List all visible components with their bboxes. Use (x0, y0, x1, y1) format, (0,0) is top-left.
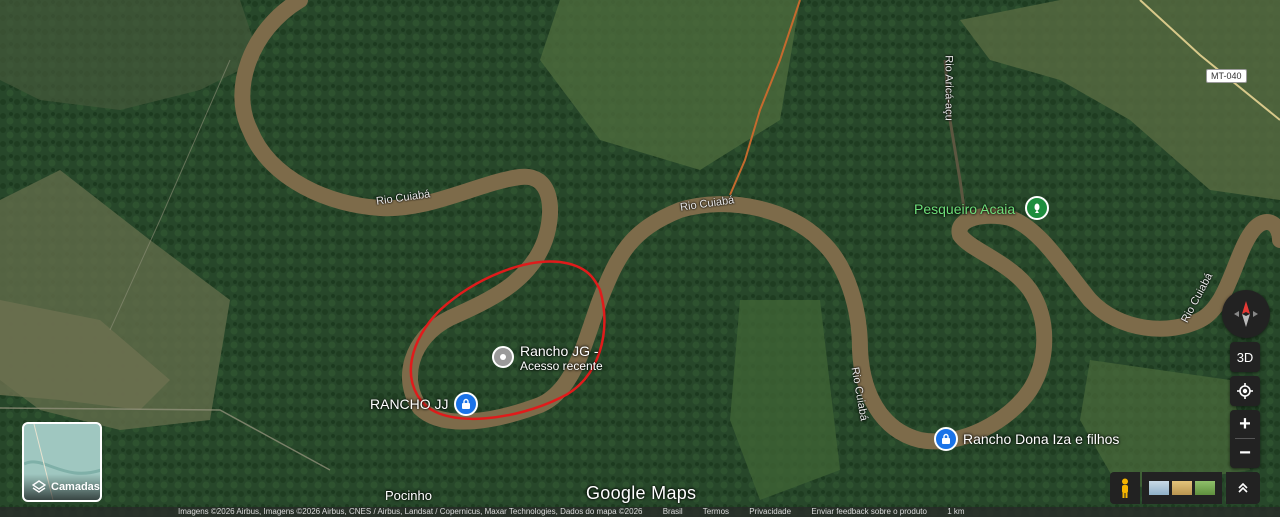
terms-link[interactable]: Termos (703, 507, 729, 516)
place-label-rancho-dona[interactable]: Rancho Dona Iza e filhos (963, 431, 1119, 447)
compass-button[interactable] (1222, 290, 1270, 338)
place-label-rancho-jj[interactable]: RANCHO JJ (370, 396, 449, 412)
fishing-pin-pesqueiro[interactable] (1025, 196, 1049, 220)
lodging-pin-rancho-jj[interactable] (454, 392, 478, 416)
layers-label: Camadas (51, 481, 100, 493)
layers-button[interactable]: Camadas (22, 422, 102, 502)
compass-icon (1234, 301, 1258, 327)
attribution-bar: Imagens ©2026 Airbus, Imagens ©2026 Airb… (0, 507, 1280, 517)
chevron-up-icon (1238, 482, 1248, 493)
view-3d-button[interactable]: 3D (1230, 342, 1260, 372)
road-shield-mt040: MT-040 (1206, 69, 1247, 83)
zoom-out-button[interactable]: − (1230, 439, 1260, 467)
lock-icon (462, 398, 470, 409)
pegman-button[interactable] (1110, 472, 1140, 504)
country-link[interactable]: Brasil (663, 507, 683, 516)
google-maps-watermark: Google Maps (586, 483, 697, 503)
pin-dot-icon (500, 354, 506, 360)
lodging-pin-rancho-dona[interactable] (934, 427, 958, 451)
imagery-thumbnails[interactable] (1142, 472, 1222, 504)
zoom-control: + − (1230, 410, 1260, 468)
place-subtitle: Acesso recente (520, 359, 603, 373)
place-label-pocinho[interactable]: Pocinho (385, 488, 432, 503)
place-name: Rancho JG - (520, 343, 599, 359)
recent-place-pin[interactable] (492, 346, 514, 368)
scale-label[interactable]: 1 km (947, 507, 964, 516)
privacy-link[interactable]: Privacidade (749, 507, 791, 516)
thumbnail-traffic[interactable] (1172, 481, 1192, 495)
expand-button[interactable] (1226, 472, 1260, 504)
layers-icon (32, 480, 46, 493)
thumbnail-satellite[interactable] (1195, 481, 1215, 495)
thumbnail-terrain[interactable] (1149, 481, 1169, 495)
imagery-credits: Imagens ©2026 Airbus, Imagens ©2026 Airb… (178, 507, 643, 516)
feedback-link[interactable]: Enviar feedback sobre o produto (811, 507, 927, 516)
place-label-pesqueiro[interactable]: Pesqueiro Acaia (914, 201, 1015, 217)
my-location-button[interactable] (1230, 376, 1260, 406)
lock-icon (942, 433, 950, 444)
fish-icon (1034, 203, 1040, 213)
zoom-in-button[interactable]: + (1230, 410, 1260, 438)
place-label-rancho-jg[interactable]: Rancho JG - Acesso recente (520, 344, 603, 374)
my-location-icon (1237, 383, 1253, 399)
river-label-arica: Rio Aricá-açu (942, 55, 955, 121)
pegman-icon (1122, 478, 1128, 498)
